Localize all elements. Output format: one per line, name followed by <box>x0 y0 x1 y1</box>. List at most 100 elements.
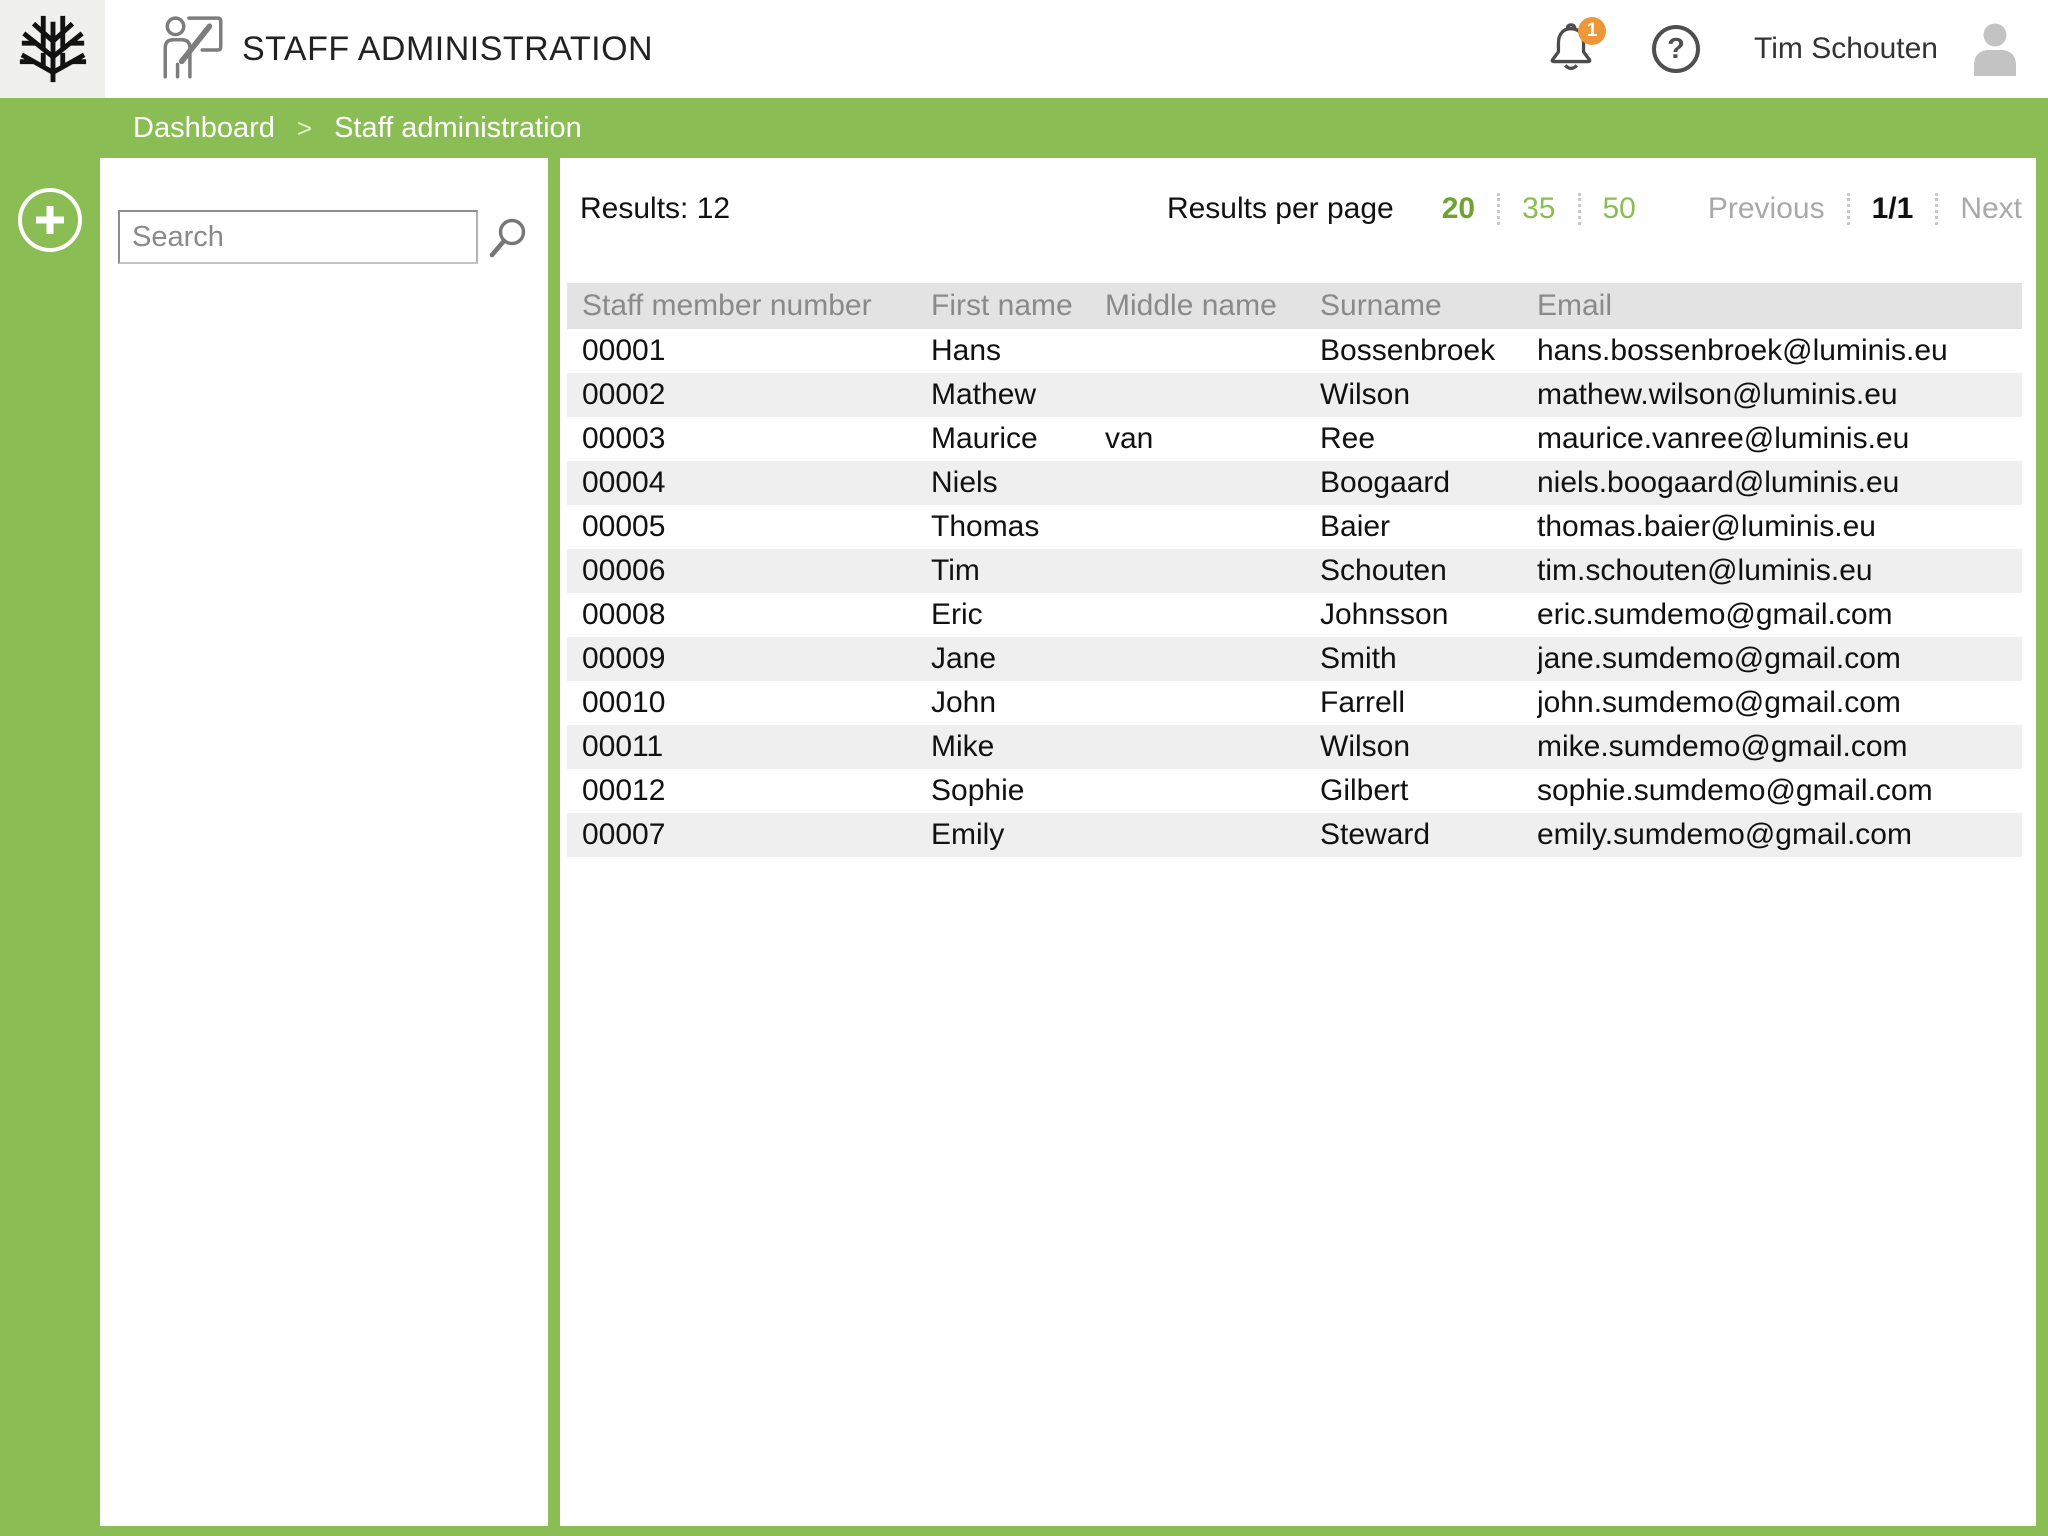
cell-middle-name <box>1105 373 1320 417</box>
cell-middle-name <box>1105 549 1320 593</box>
cell-middle-name <box>1105 769 1320 813</box>
results-toolbar: Results: 12 Results per page 20 35 50 Pr… <box>567 158 2022 283</box>
cell-middle-name: van <box>1105 417 1320 461</box>
table-row[interactable]: 00011 Mike Wilson mike.sumdemo@gmail.com <box>567 725 2022 769</box>
cell-first-name: Mike <box>931 725 1105 769</box>
tree-logo-icon <box>16 12 90 86</box>
right-border <box>2036 158 2048 1526</box>
table-row[interactable]: 00008 Eric Johnsson eric.sumdemo@gmail.c… <box>567 593 2022 637</box>
cell-middle-name <box>1105 725 1320 769</box>
cell-middle-name <box>1105 681 1320 725</box>
page-title: STAFF ADMINISTRATION <box>242 30 653 69</box>
cell-email: niels.boogaard@luminis.eu <box>1537 461 2022 505</box>
add-staff-member-button[interactable] <box>18 188 82 252</box>
previous-page-button[interactable]: Previous <box>1708 192 1825 226</box>
cell-email: emily.sumdemo@gmail.com <box>1537 813 2022 857</box>
results-per-page-label: Results per page <box>1167 192 1394 226</box>
action-rail <box>0 158 100 1526</box>
cell-surname: Boogaard <box>1320 461 1537 505</box>
search-panel <box>100 158 548 1526</box>
cell-staff-number: 00012 <box>567 769 931 813</box>
cell-staff-number: 00001 <box>567 329 931 373</box>
cell-surname: Farrell <box>1320 681 1537 725</box>
content-area: Results: 12 Results per page 20 35 50 Pr… <box>0 158 2048 1526</box>
cell-staff-number: 00006 <box>567 549 931 593</box>
cell-middle-name <box>1105 505 1320 549</box>
main-panel: Results: 12 Results per page 20 35 50 Pr… <box>560 158 2036 1526</box>
cell-surname: Gilbert <box>1320 769 1537 813</box>
per-page-option-20[interactable]: 20 <box>1442 192 1475 226</box>
table-row[interactable]: 00001 Hans Bossenbroek hans.bossenbroek@… <box>567 329 2022 373</box>
pagination: Results per page 20 35 50 Previous 1/1 N… <box>1167 192 2022 226</box>
cell-email: thomas.baier@luminis.eu <box>1537 505 2022 549</box>
page-title-group: STAFF ADMINISTRATION <box>160 13 653 85</box>
cell-first-name: Eric <box>931 593 1105 637</box>
help-glyph: ? <box>1667 33 1685 66</box>
cell-email: mike.sumdemo@gmail.com <box>1537 725 2022 769</box>
cell-email: jane.sumdemo@gmail.com <box>1537 637 2022 681</box>
help-button[interactable]: ? <box>1652 25 1700 73</box>
staff-table: Staff member number First name Middle na… <box>567 283 2022 857</box>
cell-first-name: Tim <box>931 549 1105 593</box>
cell-staff-number: 00007 <box>567 813 931 857</box>
cell-surname: Steward <box>1320 813 1537 857</box>
table-row[interactable]: 00009 Jane Smith jane.sumdemo@gmail.com <box>567 637 2022 681</box>
avatar-icon <box>1964 19 2026 79</box>
cell-first-name: Niels <box>931 461 1105 505</box>
table-row[interactable]: 00005 Thomas Baier thomas.baier@luminis.… <box>567 505 2022 549</box>
app-logo[interactable] <box>0 0 105 98</box>
cell-email: eric.sumdemo@gmail.com <box>1537 593 2022 637</box>
cell-first-name: John <box>931 681 1105 725</box>
presenter-icon <box>160 13 226 85</box>
table-row[interactable]: 00010 John Farrell john.sumdemo@gmail.co… <box>567 681 2022 725</box>
user-avatar[interactable] <box>1964 19 2026 79</box>
per-page-option-50[interactable]: 50 <box>1603 192 1636 226</box>
cell-surname: Wilson <box>1320 373 1537 417</box>
next-page-button[interactable]: Next <box>1960 192 2022 226</box>
cell-staff-number: 00009 <box>567 637 931 681</box>
breadcrumb-current-page: Staff administration <box>334 112 582 145</box>
cell-staff-number: 00003 <box>567 417 931 461</box>
column-header-staff-number: Staff member number <box>567 283 931 329</box>
cell-surname: Johnsson <box>1320 593 1537 637</box>
cell-first-name: Thomas <box>931 505 1105 549</box>
cell-surname: Smith <box>1320 637 1537 681</box>
cell-email: tim.schouten@luminis.eu <box>1537 549 2022 593</box>
cell-staff-number: 00008 <box>567 593 931 637</box>
breadcrumb-separator: > <box>297 113 312 144</box>
pagination-separator <box>1935 193 1938 225</box>
column-header-first-name: First name <box>931 283 1105 329</box>
cell-surname: Baier <box>1320 505 1537 549</box>
search-icon[interactable] <box>488 217 528 259</box>
top-bar: STAFF ADMINISTRATION 1 ? Tim Schouten <box>0 0 2048 98</box>
table-row[interactable]: 00012 Sophie Gilbert sophie.sumdemo@gmai… <box>567 769 2022 813</box>
cell-first-name: Emily <box>931 813 1105 857</box>
cell-first-name: Hans <box>931 329 1105 373</box>
notifications-button[interactable]: 1 <box>1542 19 1600 79</box>
column-header-email: Email <box>1537 283 2022 329</box>
per-page-option-35[interactable]: 35 <box>1522 192 1555 226</box>
cell-surname: Schouten <box>1320 549 1537 593</box>
cell-surname: Bossenbroek <box>1320 329 1537 373</box>
table-row[interactable]: 00002 Mathew Wilson mathew.wilson@lumini… <box>567 373 2022 417</box>
cell-surname: Ree <box>1320 417 1537 461</box>
pagination-separator <box>1578 193 1581 225</box>
column-header-middle-name: Middle name <box>1105 283 1320 329</box>
bottom-border <box>0 1526 2048 1536</box>
search-input[interactable] <box>118 210 478 264</box>
table-row[interactable]: 00006 Tim Schouten tim.schouten@luminis.… <box>567 549 2022 593</box>
table-row[interactable]: 00003 Maurice van Ree maurice.vanree@lum… <box>567 417 2022 461</box>
cell-first-name: Maurice <box>931 417 1105 461</box>
cell-email: maurice.vanree@luminis.eu <box>1537 417 2022 461</box>
table-row[interactable]: 00007 Emily Steward emily.sumdemo@gmail.… <box>567 813 2022 857</box>
cell-surname: Wilson <box>1320 725 1537 769</box>
cell-first-name: Mathew <box>931 373 1105 417</box>
page-indicator: 1/1 <box>1872 192 1914 226</box>
user-name[interactable]: Tim Schouten <box>1754 32 1938 66</box>
cell-email: john.sumdemo@gmail.com <box>1537 681 2022 725</box>
cell-staff-number: 00011 <box>567 725 931 769</box>
table-row[interactable]: 00004 Niels Boogaard niels.boogaard@lumi… <box>567 461 2022 505</box>
breadcrumb-dashboard[interactable]: Dashboard <box>133 112 275 145</box>
cell-middle-name <box>1105 593 1320 637</box>
cell-email: sophie.sumdemo@gmail.com <box>1537 769 2022 813</box>
